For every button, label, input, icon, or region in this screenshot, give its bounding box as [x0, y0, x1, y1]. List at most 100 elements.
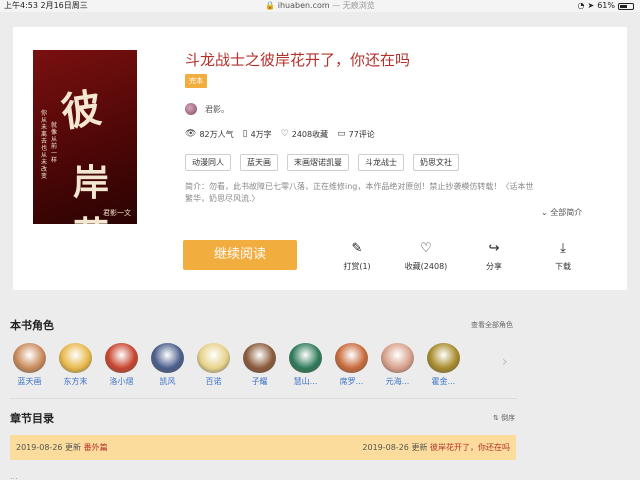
tag[interactable]: 动漫同人 — [185, 154, 231, 171]
character-name[interactable]: 东方末 — [59, 376, 92, 387]
chapter-name: 番外篇 — [83, 443, 108, 452]
character-item[interactable]: 慧山... — [289, 343, 322, 387]
author-row[interactable]: 君影。 — [185, 103, 229, 115]
reverse-order-label: 倒序 — [501, 414, 516, 422]
private-mode-label: — 无痕浏览 — [329, 1, 375, 10]
reverse-order-toggle[interactable]: ⇅ 倒序 — [493, 413, 515, 423]
share-icon: ↪ — [488, 241, 500, 256]
eye-icon: 👁 — [185, 129, 197, 139]
book-cover[interactable]: 彼 岸花 你从未离去 也从未改变 就像从前一样 君影一文 — [33, 50, 137, 224]
chapter-date: 2019-08-26 — [362, 443, 409, 452]
tag[interactable]: 蓝天画 — [240, 154, 278, 171]
cover-author: 君影一文 — [103, 209, 131, 217]
character-avatar[interactable] — [105, 343, 138, 373]
chapters-title: 章节目录 — [10, 412, 54, 425]
expand-intro-label: 全部简介 — [550, 208, 583, 217]
character-name[interactable]: 元海... — [381, 376, 414, 387]
character-item[interactable]: 元海... — [381, 343, 414, 387]
lock-icon: 🔒 — [265, 1, 276, 10]
download-button[interactable]: ⤓ 下载 — [533, 240, 593, 272]
download-label: 下载 — [555, 262, 571, 271]
chapter-name: 彼岸花开了，你还在吗 — [430, 443, 510, 452]
status-badge: 完本 — [185, 74, 207, 88]
status-bar: 上午4:53 2月16日周三 🔒 ihuaben.com — 无痕浏览 ◔ ➤ … — [0, 0, 640, 12]
heart-icon: ♡ — [280, 129, 289, 139]
wifi-icon: ◔ — [577, 1, 585, 10]
favorites-stat: ♡ 2408收藏 — [281, 129, 328, 140]
character-avatar[interactable] — [381, 343, 414, 373]
character-avatar[interactable] — [335, 343, 368, 373]
cover-vertical-text-2: 就像从前一样 — [51, 122, 58, 164]
favorite-button[interactable]: ♡ 收藏(2408) — [396, 240, 456, 272]
url-bar[interactable]: 🔒 ihuaben.com — 无痕浏览 — [0, 0, 640, 12]
comments-value: 77评论 — [348, 130, 375, 139]
character-item[interactable]: 霍金... — [427, 343, 460, 387]
favorites-value: 2408收藏 — [291, 130, 329, 139]
tip-label: 打赏(1) — [343, 262, 371, 271]
character-avatar[interactable] — [197, 343, 230, 373]
favorite-label: 收藏(2408) — [404, 262, 448, 271]
document-icon: ▯ — [242, 129, 248, 139]
popularity-value: 82万人气 — [199, 130, 234, 139]
character-name[interactable]: 凯风 — [151, 376, 184, 387]
chevron-right-icon[interactable]: › — [502, 354, 508, 370]
character-avatar[interactable] — [427, 343, 460, 373]
chevron-down-icon: ⌄ — [541, 208, 548, 217]
comments-stat: ▭ 77评论 — [337, 129, 375, 140]
chapter-update-label: 更新 — [411, 443, 428, 452]
character-avatar[interactable] — [59, 343, 92, 373]
character-name[interactable]: 霍金... — [427, 376, 460, 387]
character-name[interactable]: 席罗... — [335, 376, 368, 387]
character-item[interactable]: 子耀 — [243, 343, 276, 387]
tag[interactable]: 末画熠诺凯曼 — [287, 154, 349, 171]
character-item[interactable]: 凯风 — [151, 343, 184, 387]
tag-list: 动漫同人 蓝天画 末画熠诺凯曼 斗龙战士 奶思文社 — [185, 154, 459, 171]
latest-chapter-left[interactable]: 2019-08-26 更新 番外篇 — [16, 435, 108, 460]
battery-percent: 61% — [597, 1, 615, 10]
tag[interactable]: 奶思文社 — [413, 154, 459, 171]
continue-reading-button[interactable]: 继续阅读 — [183, 240, 297, 270]
expand-intro-button[interactable]: ⌄ 全部简介 — [541, 207, 582, 218]
character-item[interactable]: 席罗... — [335, 343, 368, 387]
cover-title-glyph: 彼 — [58, 84, 105, 137]
tip-button[interactable]: ✎ 打赏(1) — [327, 240, 387, 272]
view-all-characters-link[interactable]: 查看全部角色 — [471, 320, 513, 330]
character-list: 蓝天画 东方末 洛小熠 凯风 百诺 子耀 慧山... 席罗... 元海... 霍金... — [13, 343, 460, 387]
comment-icon: ▭ — [337, 129, 346, 139]
share-label: 分享 — [486, 262, 502, 271]
chapter-list-peek: ... — [10, 472, 18, 480]
character-name[interactable]: 蓝天画 — [13, 376, 46, 387]
location-icon: ➤ — [587, 1, 595, 10]
character-avatar[interactable] — [289, 343, 322, 373]
tag[interactable]: 斗龙战士 — [358, 154, 404, 171]
author-name[interactable]: 君影。 — [205, 104, 229, 115]
character-name[interactable]: 慧山... — [289, 376, 322, 387]
character-avatar[interactable] — [243, 343, 276, 373]
character-name[interactable]: 洛小熠 — [105, 376, 138, 387]
character-item[interactable]: 蓝天画 — [13, 343, 46, 387]
wordcount-stat: ▯ 4万字 — [243, 129, 272, 140]
character-name[interactable]: 子耀 — [243, 376, 276, 387]
character-item[interactable]: 洛小熠 — [105, 343, 138, 387]
heart-icon: ♡ — [420, 241, 432, 256]
cover-vertical-text: 你从未离去 也从未改变 — [41, 110, 48, 180]
wordcount-value: 4万字 — [250, 130, 272, 139]
share-button[interactable]: ↪ 分享 — [464, 240, 524, 272]
character-item[interactable]: 百诺 — [197, 343, 230, 387]
book-title: 斗龙战士之彼岸花开了，你还在吗 — [185, 51, 411, 69]
divider — [10, 398, 517, 399]
chapter-update-label: 更新 — [65, 443, 82, 452]
popularity-stat: 👁 82万人气 — [185, 129, 234, 140]
sort-icon: ⇅ — [493, 414, 499, 422]
download-icon: ⤓ — [560, 241, 566, 256]
character-item[interactable]: 东方末 — [59, 343, 92, 387]
magic-wand-icon: ✎ — [351, 241, 363, 256]
character-avatar[interactable] — [151, 343, 184, 373]
character-avatar[interactable] — [13, 343, 46, 373]
latest-chapter-right[interactable]: 2019-08-26 更新 彼岸花开了，你还在吗 — [362, 435, 510, 460]
url-text: ihuaben.com — [277, 1, 330, 10]
latest-chapter-bar[interactable]: 2019-08-26 更新 番外篇 2019-08-26 更新 彼岸花开了，你还… — [10, 435, 516, 460]
character-name[interactable]: 百诺 — [197, 376, 230, 387]
battery-icon — [618, 3, 634, 10]
author-avatar[interactable] — [185, 103, 197, 115]
